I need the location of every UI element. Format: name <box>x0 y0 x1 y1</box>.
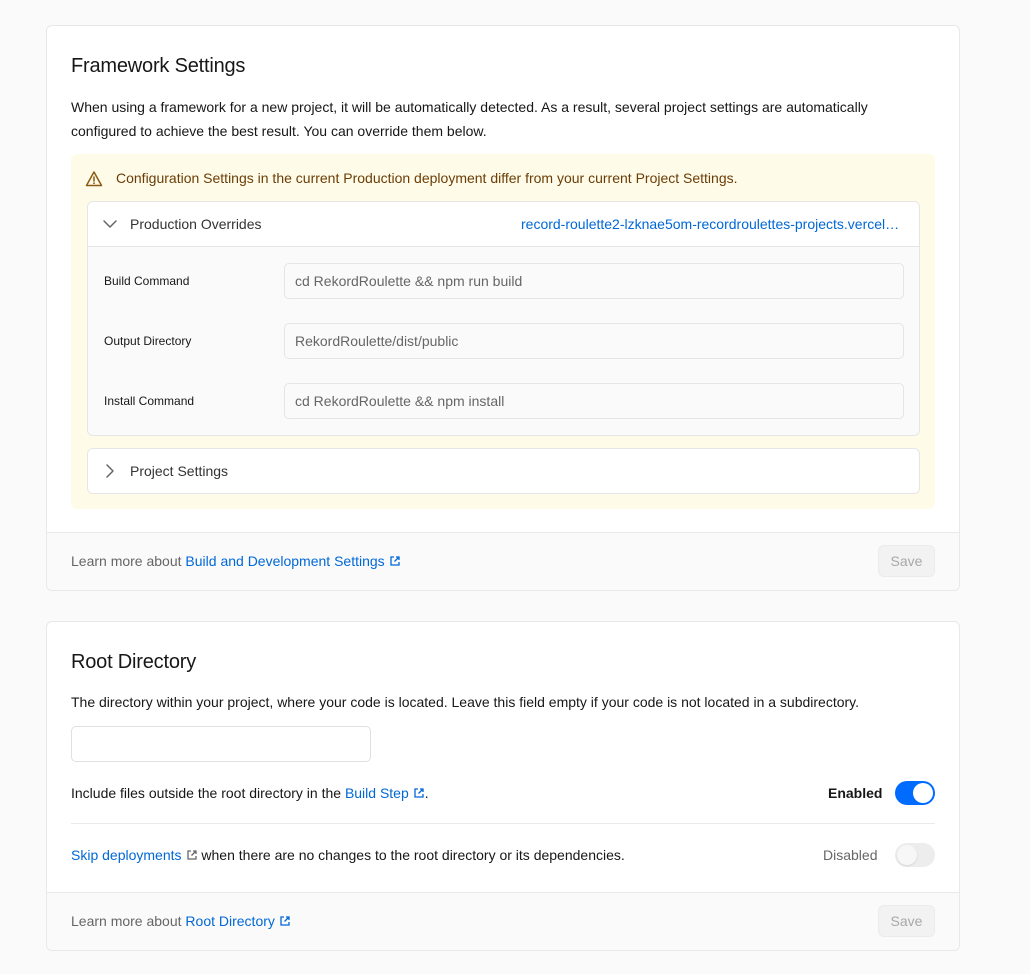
production-deployment-link[interactable]: record-roulette2-lzknae5om-recordroulett… <box>521 216 901 232</box>
build-command-field: cd RekordRoulette && npm run build <box>284 263 904 299</box>
framework-save-button[interactable]: Save <box>878 545 935 577</box>
configuration-warning: Configuration Settings in the current Pr… <box>71 154 935 509</box>
project-settings-label: Project Settings <box>130 463 229 479</box>
framework-settings-title: Framework Settings <box>71 55 246 77</box>
learn-more-prefix: Learn more about <box>71 553 182 569</box>
install-command-field: cd RekordRoulette && npm install <box>284 383 904 419</box>
external-link-icon <box>280 916 290 926</box>
toggle-knob <box>897 845 917 865</box>
include-files-text: Include files outside the root directory… <box>71 785 342 801</box>
root-directory-card: Root Directory The directory within your… <box>46 621 960 951</box>
production-overrides-label: Production Overrides <box>130 216 262 232</box>
production-overrides-toggle[interactable]: Production Overrides record-roulette2-lz… <box>88 202 919 247</box>
skip-deployments-toggle[interactable] <box>895 843 935 867</box>
learn-more-prefix: Learn more about <box>71 913 182 929</box>
external-link-icon <box>186 850 197 860</box>
output-directory-label: Output Directory <box>104 334 192 348</box>
framework-footer-text: Learn more about Build and Development S… <box>71 553 401 569</box>
root-save-button[interactable]: Save <box>878 905 935 937</box>
chevron-right-icon <box>106 464 114 478</box>
warning-message: Configuration Settings in the current Pr… <box>116 170 738 186</box>
build-step-link[interactable]: Build Step <box>345 785 425 801</box>
root-directory-input[interactable] <box>71 726 371 762</box>
build-dev-settings-link[interactable]: Build and Development Settings <box>185 553 400 569</box>
include-files-period: . <box>424 785 429 801</box>
root-directory-footer: Learn more about Root Directory Save <box>47 892 959 950</box>
install-command-label: Install Command <box>104 394 195 408</box>
skip-deployments-row: Skip deployments when there are no chang… <box>71 847 935 863</box>
framework-settings-description: When using a framework for a new project… <box>71 99 868 139</box>
framework-settings-footer: Learn more about Build and Development S… <box>47 532 959 590</box>
toggle-knob <box>913 783 933 803</box>
skip-deployments-state: Disabled <box>823 847 878 863</box>
skip-deployments-text: when there are no changes to the root di… <box>201 847 625 863</box>
include-files-toggle[interactable] <box>895 781 935 805</box>
production-overrides-panel: Production Overrides record-roulette2-lz… <box>87 201 920 436</box>
framework-settings-card: Framework Settings When using a framewor… <box>46 25 960 591</box>
divider <box>71 823 935 824</box>
build-command-label: Build Command <box>104 274 190 288</box>
root-directory-description: The directory within your project, where… <box>71 694 860 710</box>
warning-icon <box>85 171 103 187</box>
root-directory-link[interactable]: Root Directory <box>185 913 290 929</box>
project-settings-panel[interactable]: Project Settings <box>87 448 920 494</box>
root-directory-title: Root Directory <box>71 651 197 673</box>
project-settings-toggle[interactable]: Project Settings <box>88 449 919 493</box>
chevron-down-icon <box>103 220 117 228</box>
external-link-icon <box>390 556 400 566</box>
root-footer-text: Learn more about Root Directory <box>71 913 291 929</box>
include-files-state: Enabled <box>828 785 883 801</box>
output-directory-field: RekordRoulette/dist/public <box>284 323 904 359</box>
include-files-row: Include files outside the root directory… <box>71 785 935 801</box>
external-link-icon <box>414 788 424 798</box>
production-overrides-body: Build Command cd RekordRoulette && npm r… <box>88 247 919 435</box>
skip-deployments-link[interactable]: Skip deployments <box>71 847 198 863</box>
